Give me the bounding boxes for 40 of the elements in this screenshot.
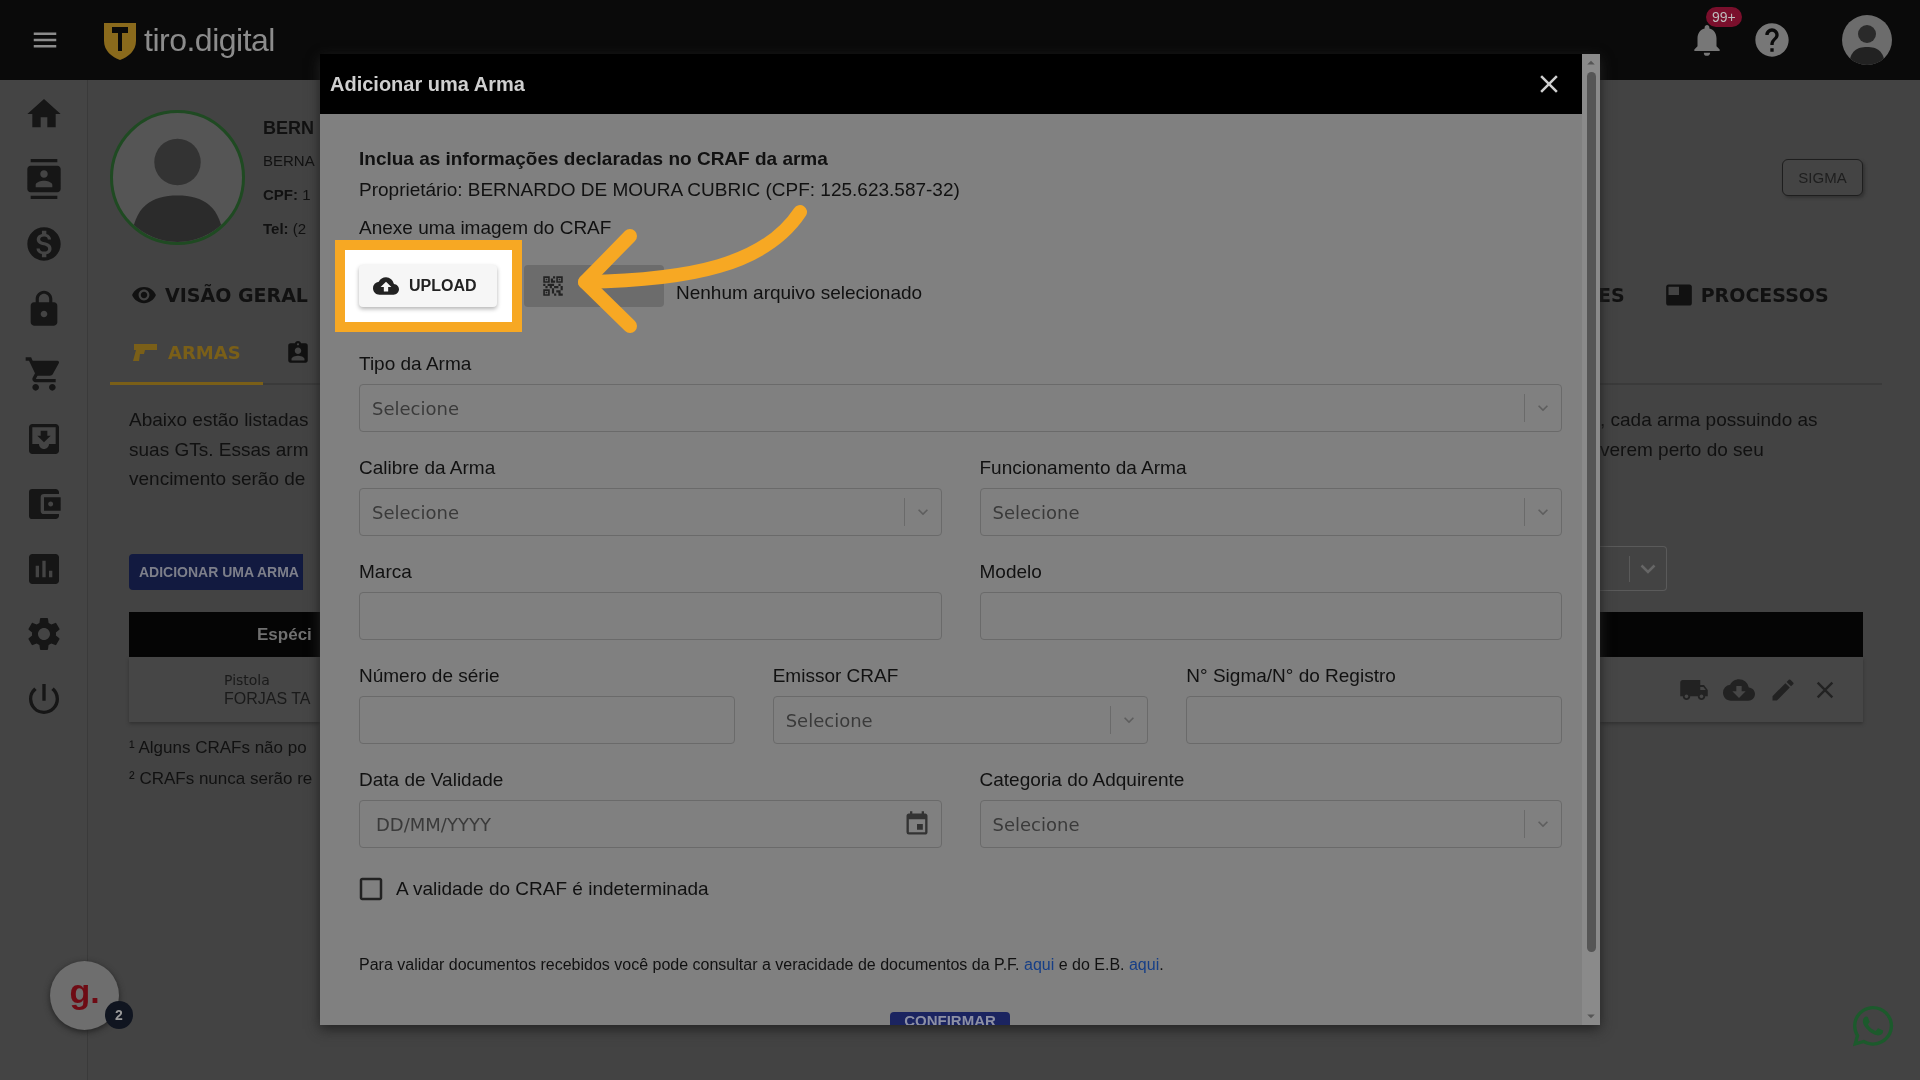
validation-note: Para validar documentos recebidos você pode consultar a veracidade de documentos da P.F. aqui e do E.B. aqui. [359,956,1165,974]
whatsapp-icon[interactable] [1850,1003,1896,1049]
select-field[interactable]: Selecione [359,384,1562,432]
select-field[interactable]: Selecione [979,800,1562,848]
logo-text: tiro.digital [144,21,275,59]
field-label: Categoria do Adquirente [979,768,1186,792]
qr-code-icon [540,273,566,299]
file-status: Nenhum arquivo selecionado [676,282,923,304]
notification-count: 99+ [1706,7,1742,27]
chat-badge: 2 [105,1001,133,1029]
pistol-icon [132,342,158,362]
owner-text: Proprietário: BERNARDO DE MOURA CUBRIC (CPF: 125.623.587-32) [359,178,961,202]
link[interactable]: aqui [1128,956,1160,973]
column-header: Espéci [257,624,312,645]
date-input[interactable]: DD/MM/YYYY [374,812,903,836]
modal-title: Adicionar uma Arma [330,72,525,96]
add-weapon-button[interactable]: ADICIONAR UMA ARMA [129,554,303,590]
select-field[interactable]: Selecione [979,488,1562,536]
help-icon[interactable] [1752,20,1792,60]
attach-label: Anexe uma imagem do CRAF [359,216,613,240]
field-label: Calibre da Arma [359,456,497,480]
field-label: Modelo [979,560,1043,584]
date-field[interactable]: DD/MM/YYYY [359,800,942,848]
field-label: Emissor CRAF [772,664,900,688]
field-label: Data de Validade [359,768,505,792]
link[interactable]: aqui [1024,956,1055,973]
checkbox-label: A validade do CRAF é indeterminada [396,877,709,901]
select-field[interactable]: Selecione [772,696,1149,744]
select-field[interactable]: Selecione [359,488,942,536]
upload-button[interactable]: UPLOAD [359,265,497,307]
scrollbar[interactable] [1582,54,1600,1025]
field-label: N° Sigma/N° do Registro [1186,664,1397,688]
field-label: Funcionamento da Arma [979,456,1188,480]
chat-logo: g. [69,972,100,1011]
field-label: Marca [359,560,413,584]
form-heading: Inclua as informações declaradas no CRAF da arma [359,147,829,171]
field-label: Tipo da Arma [359,352,473,376]
user-avatar[interactable] [1842,15,1892,65]
chevron-icon [1640,563,1656,574]
field-label: Número de série [359,664,501,688]
